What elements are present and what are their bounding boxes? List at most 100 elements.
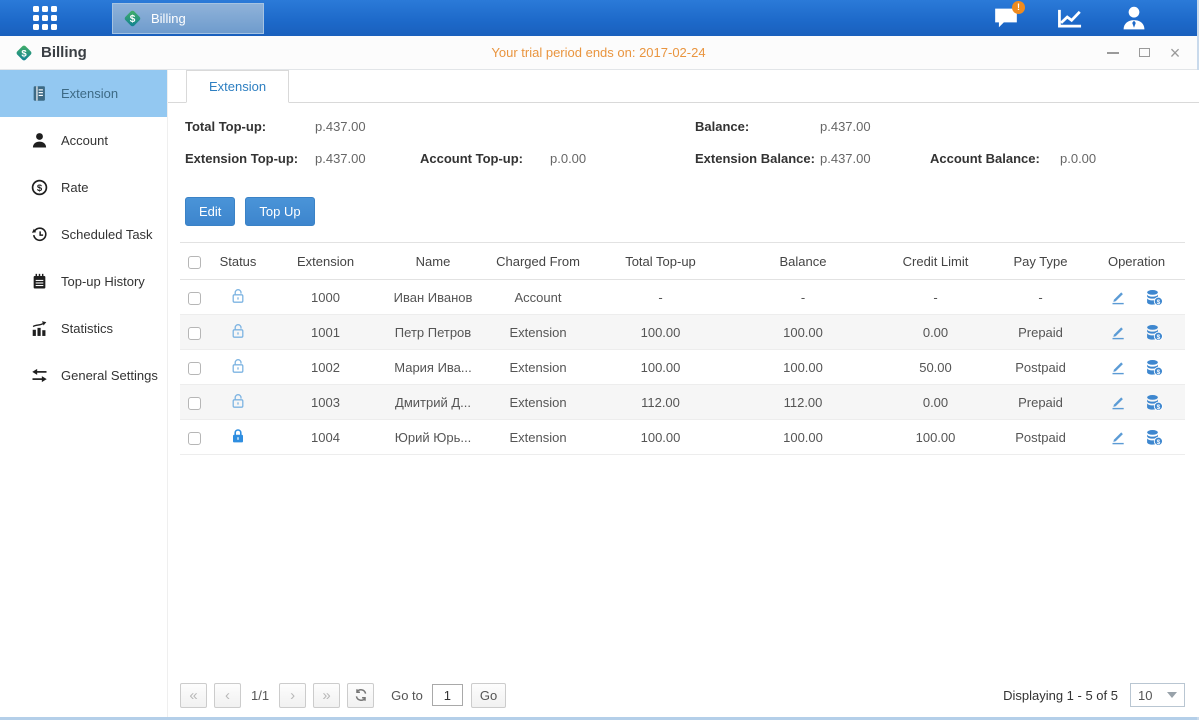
edit-icon[interactable] (1110, 429, 1126, 445)
cell-total-topup: 100.00 (593, 315, 728, 350)
column-credit-limit[interactable]: Credit Limit (878, 243, 993, 280)
taskbar-tab-billing[interactable]: $ Billing (112, 3, 264, 34)
edit-icon[interactable] (1110, 359, 1126, 375)
top-up-button[interactable]: Top Up (245, 197, 314, 226)
trial-notice: Your trial period ends on: 2017-02-24 (0, 45, 1197, 60)
billing-app-icon: $ (122, 8, 143, 29)
refresh-button[interactable] (347, 683, 374, 708)
last-page-button[interactable]: » (313, 683, 340, 708)
unlocked-icon[interactable] (230, 288, 246, 304)
unlocked-icon[interactable] (230, 323, 246, 339)
edit-icon[interactable] (1110, 324, 1126, 340)
swap-arrows-icon (30, 367, 48, 385)
window-titlebar: $ Billing Your trial period ends on: 201… (0, 36, 1197, 70)
sidebar-item-topup-history[interactable]: Top-up History (0, 258, 167, 305)
clock-history-icon (30, 226, 48, 244)
row-checkbox[interactable] (188, 327, 201, 340)
billing-app-window: $ Billing ! (0, 0, 1199, 720)
topup-icon[interactable]: $ (1145, 289, 1163, 306)
cell-balance: 100.00 (728, 350, 878, 385)
extension-topup-value: p.437.00 (315, 151, 366, 166)
maximize-icon[interactable] (1136, 45, 1152, 61)
row-checkbox[interactable] (188, 432, 201, 445)
cell-operation: $ (1088, 315, 1185, 350)
page-size-select[interactable]: 10 (1130, 683, 1185, 707)
row-checkbox[interactable] (188, 397, 201, 410)
table-row: 1003 Дмитрий Д... Extension 112.00 112.0… (180, 385, 1185, 420)
cell-total-topup: 112.00 (593, 385, 728, 420)
column-total-topup[interactable]: Total Top-up (593, 243, 728, 280)
messages-icon[interactable]: ! (991, 5, 1021, 31)
total-topup-label: Total Top-up: (185, 119, 266, 134)
balance-label: Balance: (695, 119, 749, 134)
topup-icon[interactable]: $ (1145, 359, 1163, 376)
topup-icon[interactable]: $ (1145, 394, 1163, 411)
first-page-icon: « (189, 687, 197, 704)
apps-grid-icon[interactable] (33, 6, 57, 30)
cell-name: Дмитрий Д... (383, 385, 483, 420)
row-checkbox-cell (180, 280, 208, 315)
row-checkbox-cell (180, 420, 208, 455)
sidebar-item-label: Account (61, 133, 108, 148)
next-page-button[interactable]: › (279, 683, 306, 708)
sidebar-item-account[interactable]: Account (0, 117, 167, 164)
go-button[interactable]: Go (471, 683, 506, 708)
table-row: 1000 Иван Иванов Account - - - - (180, 280, 1185, 315)
edit-icon[interactable] (1110, 289, 1126, 305)
column-name[interactable]: Name (383, 243, 483, 280)
minimize-icon[interactable] (1105, 45, 1121, 61)
cell-charged-from: Extension (483, 350, 593, 385)
edit-icon[interactable] (1110, 394, 1126, 410)
pagination-bar: « ‹ 1/1 › » Go to Go Displaying 1 - (180, 681, 1185, 709)
sidebar-item-rate[interactable]: $ Rate (0, 164, 167, 211)
sidebar-item-extension[interactable]: Extension (0, 70, 167, 117)
unlocked-icon[interactable] (230, 358, 246, 374)
select-all-checkbox[interactable] (188, 256, 201, 269)
svg-text:$: $ (21, 48, 27, 59)
topup-icon[interactable]: $ (1145, 429, 1163, 446)
sidebar-item-statistics[interactable]: Statistics (0, 305, 167, 352)
taskbar-status-area: ! (991, 5, 1197, 31)
billing-window-icon: $ (14, 43, 34, 63)
next-page-icon: › (290, 687, 295, 704)
edit-button[interactable]: Edit (185, 197, 235, 226)
tab-label: Extension (209, 79, 266, 94)
column-operation[interactable]: Operation (1088, 243, 1185, 280)
first-page-button[interactable]: « (180, 683, 207, 708)
cell-total-topup: - (593, 280, 728, 315)
user-icon[interactable] (1119, 5, 1149, 31)
column-balance[interactable]: Balance (728, 243, 878, 280)
column-extension[interactable]: Extension (268, 243, 383, 280)
taskbar: $ Billing ! (0, 0, 1197, 36)
sidebar-item-label: Extension (61, 86, 118, 101)
chart-icon[interactable] (1055, 5, 1085, 31)
sidebar-item-scheduled-task[interactable]: Scheduled Task (0, 211, 167, 258)
goto-page-input[interactable] (432, 684, 463, 706)
cell-extension: 1003 (268, 385, 383, 420)
row-status-cell (208, 280, 268, 315)
total-topup-value: p.437.00 (315, 119, 366, 134)
cell-credit-limit: 50.00 (878, 350, 993, 385)
tab-bar: Extension (168, 70, 1199, 103)
row-checkbox[interactable] (188, 292, 201, 305)
row-checkbox-cell (180, 350, 208, 385)
column-charged-from[interactable]: Charged From (483, 243, 593, 280)
svg-text:$: $ (1157, 368, 1161, 375)
tab-extension[interactable]: Extension (186, 70, 289, 103)
column-pay-type[interactable]: Pay Type (993, 243, 1088, 280)
topup-icon[interactable]: $ (1145, 324, 1163, 341)
chevron-down-icon (1167, 692, 1177, 698)
sidebar-item-general-settings[interactable]: General Settings (0, 352, 167, 399)
account-topup-label: Account Top-up: (420, 151, 523, 166)
locked-icon[interactable] (230, 428, 246, 444)
row-status-cell (208, 420, 268, 455)
extension-balance-label: Extension Balance: (695, 151, 815, 166)
unlocked-icon[interactable] (230, 393, 246, 409)
row-checkbox[interactable] (188, 362, 201, 375)
prev-page-button[interactable]: ‹ (214, 683, 241, 708)
svg-text:$: $ (130, 14, 136, 25)
column-status[interactable]: Status (208, 243, 268, 280)
close-icon[interactable]: × (1167, 45, 1183, 61)
cell-name: Иван Иванов (383, 280, 483, 315)
sidebar-item-label: Rate (61, 180, 88, 195)
